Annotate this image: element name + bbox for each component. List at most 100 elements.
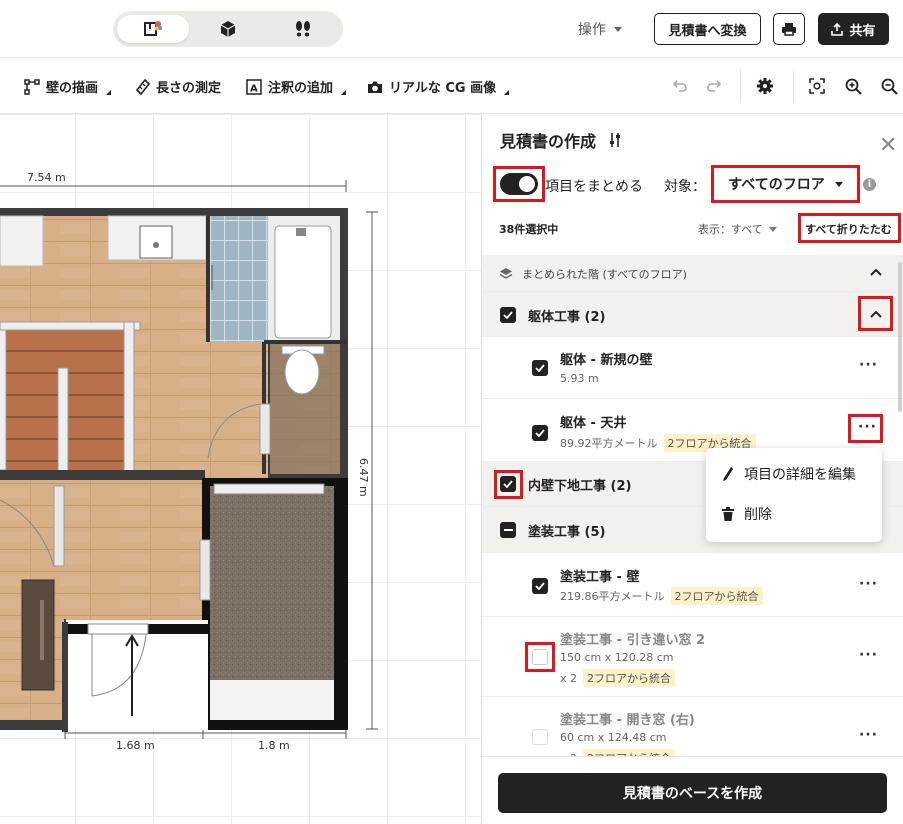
target-floor-select[interactable]: すべてのフロア [716, 170, 855, 198]
print-button[interactable] [773, 13, 805, 45]
dimension-bottom-left-label: 1.68 m [116, 739, 155, 752]
merged-floors-tag: 2フロアから統合 [583, 669, 676, 687]
wall-draw-icon [24, 78, 40, 95]
item-checkbox[interactable] [532, 649, 548, 665]
target-floor-value: すべてのフロア [728, 177, 825, 193]
zoom-in-button[interactable] [842, 76, 864, 96]
target-label: 対象： [664, 179, 706, 195]
measure-length-tool[interactable]: 長さの測定 [136, 77, 221, 96]
realistic-cg-tool[interactable]: リアルな CG 画像 [367, 77, 510, 96]
view-mode-switcher [113, 11, 343, 47]
draw-walls-label: 壁の描画 [46, 81, 99, 96]
more-options-icon[interactable]: ··· [858, 419, 877, 435]
draw-walls-tool[interactable]: 壁の描画 [24, 77, 112, 96]
check-icon [503, 311, 513, 319]
panel-scrollbar[interactable] [898, 262, 902, 412]
list-item[interactable]: 躯体 - 新規の壁 5.93 m ··· [482, 337, 903, 399]
item-title: 塗装工事 - 開き窓 (右) [560, 713, 695, 728]
check-icon [535, 582, 545, 590]
more-options-icon[interactable]: ··· [859, 576, 878, 592]
zoom-in-icon [845, 78, 862, 95]
item-checkbox[interactable] [532, 729, 548, 745]
upload-icon [831, 22, 844, 36]
item-context-menu: 項目の詳細を編集 削除 [706, 448, 882, 542]
selected-count: 38件選択中 [499, 223, 559, 236]
box-3d-icon [220, 21, 236, 37]
chevron-up-icon[interactable] [870, 268, 882, 276]
redo-icon [707, 80, 722, 92]
focus-frame-icon [809, 78, 825, 94]
top-bar: 操作 見積書へ変換 共有 [0, 0, 903, 58]
display-filter[interactable]: 表示：すべて [698, 221, 777, 237]
item-meta: x 2 2フロアから統合 [560, 669, 676, 687]
list-item[interactable]: 塗装工事 - 壁 219.86平方メートル 2フロアから統合 ··· [482, 553, 903, 617]
edit-details-menu-item[interactable]: 項目の詳細を編集 [722, 464, 856, 484]
submenu-corner-icon [341, 90, 347, 95]
category-row[interactable]: 躯体工事 (2) [482, 292, 903, 337]
item-checkbox[interactable] [532, 425, 548, 441]
category-checkbox[interactable] [500, 307, 516, 323]
toolbar: 壁の描画 長さの測定 A 注釈の追加 リアルな CG 画像 [0, 58, 903, 114]
add-annotation-label: 注釈の追加 [268, 81, 334, 96]
close-icon[interactable]: ✕ [879, 135, 897, 157]
sliders-icon[interactable] [608, 132, 622, 148]
caret-down-icon [768, 226, 777, 232]
item-checkbox[interactable] [532, 360, 548, 376]
gear-icon [757, 78, 773, 94]
camera-icon [368, 81, 382, 93]
delete-menu-item[interactable]: 削除 [722, 504, 772, 524]
more-options-icon[interactable]: ··· [859, 727, 878, 743]
create-estimate-base-button[interactable]: 見積書のベースを作成 [498, 773, 887, 813]
more-options-icon[interactable]: ··· [859, 647, 878, 663]
item-measure: 5.93 m [560, 372, 599, 385]
add-annotation-tool[interactable]: A 注釈の追加 [246, 77, 347, 96]
item-measure: 150 cm x 120.28 cm [560, 651, 674, 664]
item-meta: 219.86平方メートル 2フロアから統合 [560, 587, 763, 605]
info-icon[interactable]: i [863, 178, 876, 191]
category-label: 塗装工事 (5) [528, 525, 606, 540]
category-label: 躯体工事 (2) [528, 310, 606, 325]
aggregate-header-row[interactable]: まとめられた階 (すべてのフロア) [482, 255, 903, 292]
dimension-top-label: 7.54 m [27, 171, 66, 184]
caret-down-icon [834, 181, 843, 187]
trash-icon [722, 507, 734, 521]
convert-estimate-button[interactable]: 見積書へ変換 [654, 13, 761, 45]
group-items-toggle[interactable] [500, 173, 538, 195]
view-walkthrough-button[interactable] [267, 15, 339, 43]
svg-text:A: A [250, 83, 258, 94]
aggregate-header-label: まとめられた階 (すべてのフロア) [522, 268, 687, 281]
view-3d-button[interactable] [192, 15, 264, 43]
operations-label: 操作 [578, 22, 606, 38]
item-measure: 89.92平方メートル [560, 437, 658, 450]
chevron-up-icon[interactable] [870, 310, 882, 318]
more-options-icon[interactable]: ··· [859, 357, 878, 373]
floorplan-canvas[interactable]: 7.54 m 6.47 m 1.68 m 1.8 m [0, 114, 481, 824]
item-checkbox[interactable] [532, 578, 548, 594]
category-checkbox-partial[interactable] [500, 522, 516, 538]
collapse-all-button[interactable]: すべて折りたたむ [805, 221, 892, 237]
share-button[interactable]: 共有 [818, 13, 889, 45]
item-quantity: x 2 [560, 671, 578, 685]
annotation-icon: A [246, 78, 262, 95]
settings-button[interactable] [754, 76, 776, 96]
undo-button[interactable] [669, 76, 691, 96]
submenu-corner-icon [106, 90, 112, 95]
item-measure: 219.86平方メートル [560, 590, 665, 603]
operations-menu[interactable]: 操作 [578, 19, 622, 39]
minus-icon [503, 529, 513, 531]
category-checkbox[interactable] [500, 476, 516, 492]
floorplan-drawing [0, 180, 378, 739]
submenu-corner-icon [504, 90, 510, 95]
display-filter-label: 表示：すべて [698, 223, 763, 236]
list-item[interactable]: 塗装工事 - 引き違い窓 2 150 cm x 120.28 cm x 2 2フ… [482, 617, 903, 697]
toolbar-divider [793, 70, 794, 102]
printer-icon [782, 23, 796, 36]
redo-button[interactable] [703, 76, 725, 96]
toolbar-divider [740, 70, 741, 102]
zoom-out-button[interactable] [878, 76, 900, 96]
layers-icon [499, 268, 513, 279]
merged-floors-tag: 2フロアから統合 [670, 587, 763, 605]
group-items-label: 項目をまとめる [545, 179, 643, 195]
view-2d-button[interactable] [117, 15, 189, 43]
fit-view-button[interactable] [806, 76, 828, 96]
